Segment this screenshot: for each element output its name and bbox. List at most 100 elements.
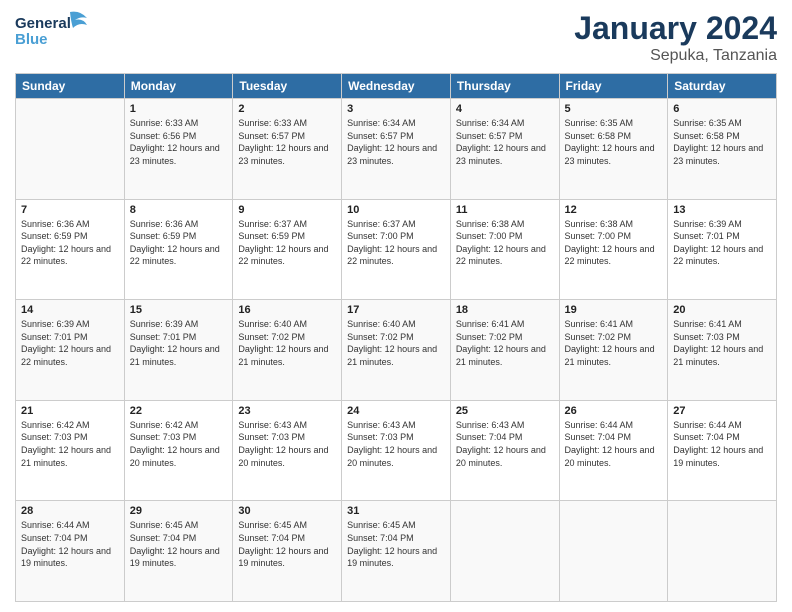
calendar-cell: 13 Sunrise: 6:39 AMSunset: 7:01 PMDayligh…	[668, 199, 777, 300]
cell-info: Sunrise: 6:36 AMSunset: 6:59 PMDaylight:…	[130, 218, 228, 268]
cell-info: Sunrise: 6:44 AMSunset: 7:04 PMDaylight:…	[565, 419, 663, 469]
day-number: 2	[238, 103, 336, 115]
calendar-cell: 28 Sunrise: 6:44 AMSunset: 7:04 PMDayligh…	[16, 501, 125, 602]
cell-info: Sunrise: 6:45 AMSunset: 7:04 PMDaylight:…	[238, 519, 336, 569]
col-sunday: Sunday	[16, 74, 125, 99]
cell-info: Sunrise: 6:40 AMSunset: 7:02 PMDaylight:…	[347, 318, 445, 368]
day-number: 28	[21, 505, 119, 517]
cell-info: Sunrise: 6:41 AMSunset: 7:02 PMDaylight:…	[565, 318, 663, 368]
day-number: 7	[21, 204, 119, 216]
calendar-cell: 29 Sunrise: 6:45 AMSunset: 7:04 PMDayligh…	[124, 501, 233, 602]
day-number: 25	[456, 405, 554, 417]
day-number: 18	[456, 304, 554, 316]
calendar-week-3: 14 Sunrise: 6:39 AMSunset: 7:01 PMDayligh…	[16, 300, 777, 401]
calendar-cell: 4Sunrise: 6:34 AMSunset: 6:57 PMDaylight…	[450, 99, 559, 200]
day-number: 3	[347, 103, 445, 115]
day-number: 19	[565, 304, 663, 316]
calendar-week-1: 1 Sunrise: 6:33 AMSunset: 6:56 PMDaylight…	[16, 99, 777, 200]
calendar-cell: 19 Sunrise: 6:41 AMSunset: 7:02 PMDayligh…	[559, 300, 668, 401]
cell-info: Sunrise: 6:33 AMSunset: 6:57 PMDaylight:…	[238, 117, 336, 167]
day-number: 15	[130, 304, 228, 316]
day-number: 6	[673, 103, 771, 115]
day-number: 26	[565, 405, 663, 417]
cell-info: Sunrise: 6:42 AMSunset: 7:03 PMDaylight:…	[21, 419, 119, 469]
header: GeneralBlue January 2024 Sepuka, Tanzani…	[15, 10, 777, 65]
cell-info: Sunrise: 6:45 AMSunset: 7:04 PMDaylight:…	[347, 519, 445, 569]
cell-info: Sunrise: 6:39 AMSunset: 7:01 PMDaylight:…	[673, 218, 771, 268]
calendar-cell: 22 Sunrise: 6:42 AMSunset: 7:03 PMDayligh…	[124, 400, 233, 501]
calendar-cell: 17Sunrise: 6:40 AMSunset: 7:02 PMDayligh…	[342, 300, 451, 401]
day-number: 8	[130, 204, 228, 216]
calendar-cell: 24 Sunrise: 6:43 AMSunset: 7:03 PMDayligh…	[342, 400, 451, 501]
day-number: 14	[21, 304, 119, 316]
cell-info: Sunrise: 6:43 AMSunset: 7:03 PMDaylight:…	[238, 419, 336, 469]
cell-info: Sunrise: 6:42 AMSunset: 7:03 PMDaylight:…	[130, 419, 228, 469]
calendar-week-5: 28 Sunrise: 6:44 AMSunset: 7:04 PMDayligh…	[16, 501, 777, 602]
cell-info: Sunrise: 6:39 AMSunset: 7:01 PMDaylight:…	[130, 318, 228, 368]
day-number: 12	[565, 204, 663, 216]
calendar-cell: 14 Sunrise: 6:39 AMSunset: 7:01 PMDayligh…	[16, 300, 125, 401]
cell-info: Sunrise: 6:39 AMSunset: 7:01 PMDaylight:…	[21, 318, 119, 368]
cell-info: Sunrise: 6:41 AMSunset: 7:02 PMDaylight:…	[456, 318, 554, 368]
calendar-cell: 21 Sunrise: 6:42 AMSunset: 7:03 PMDayligh…	[16, 400, 125, 501]
cell-info: Sunrise: 6:38 AMSunset: 7:00 PMDaylight:…	[565, 218, 663, 268]
calendar-cell: 26 Sunrise: 6:44 AMSunset: 7:04 PMDayligh…	[559, 400, 668, 501]
day-number: 22	[130, 405, 228, 417]
calendar-cell: 31Sunrise: 6:45 AMSunset: 7:04 PMDayligh…	[342, 501, 451, 602]
day-number: 16	[238, 304, 336, 316]
day-number: 13	[673, 204, 771, 216]
calendar-cell: 2 Sunrise: 6:33 AMSunset: 6:57 PMDaylight…	[233, 99, 342, 200]
cell-info: Sunrise: 6:35 AMSunset: 6:58 PMDaylight:…	[565, 117, 663, 167]
main-title: January 2024	[574, 10, 777, 47]
title-area: January 2024 Sepuka, Tanzania	[574, 10, 777, 65]
day-number: 21	[21, 405, 119, 417]
cell-info: Sunrise: 6:37 AMSunset: 6:59 PMDaylight:…	[238, 218, 336, 268]
calendar-cell: 5 Sunrise: 6:35 AMSunset: 6:58 PMDaylight…	[559, 99, 668, 200]
calendar-cell: 16Sunrise: 6:40 AMSunset: 7:02 PMDayligh…	[233, 300, 342, 401]
cell-info: Sunrise: 6:37 AMSunset: 7:00 PMDaylight:…	[347, 218, 445, 268]
day-number: 27	[673, 405, 771, 417]
calendar-cell	[668, 501, 777, 602]
calendar-cell: 15 Sunrise: 6:39 AMSunset: 7:01 PMDayligh…	[124, 300, 233, 401]
calendar-cell	[450, 501, 559, 602]
subtitle: Sepuka, Tanzania	[574, 47, 777, 65]
calendar-cell: 30 Sunrise: 6:45 AMSunset: 7:04 PMDayligh…	[233, 501, 342, 602]
logo-svg: GeneralBlue	[15, 10, 95, 55]
cell-info: Sunrise: 6:43 AMSunset: 7:04 PMDaylight:…	[456, 419, 554, 469]
calendar-cell	[559, 501, 668, 602]
day-number: 9	[238, 204, 336, 216]
svg-text:General: General	[15, 15, 71, 32]
day-number: 20	[673, 304, 771, 316]
col-friday: Friday	[559, 74, 668, 99]
calendar-cell: 12 Sunrise: 6:38 AMSunset: 7:00 PMDayligh…	[559, 199, 668, 300]
cell-info: Sunrise: 6:41 AMSunset: 7:03 PMDaylight:…	[673, 318, 771, 368]
col-thursday: Thursday	[450, 74, 559, 99]
col-saturday: Saturday	[668, 74, 777, 99]
col-wednesday: Wednesday	[342, 74, 451, 99]
cell-info: Sunrise: 6:34 AMSunset: 6:57 PMDaylight:…	[347, 117, 445, 167]
day-number: 30	[238, 505, 336, 517]
cell-info: Sunrise: 6:44 AMSunset: 7:04 PMDaylight:…	[21, 519, 119, 569]
calendar-cell: 8 Sunrise: 6:36 AMSunset: 6:59 PMDaylight…	[124, 199, 233, 300]
calendar-cell: 7 Sunrise: 6:36 AMSunset: 6:59 PMDaylight…	[16, 199, 125, 300]
logo: GeneralBlue	[15, 10, 95, 55]
calendar-cell	[16, 99, 125, 200]
day-number: 5	[565, 103, 663, 115]
cell-info: Sunrise: 6:45 AMSunset: 7:04 PMDaylight:…	[130, 519, 228, 569]
calendar-cell: 20 Sunrise: 6:41 AMSunset: 7:03 PMDayligh…	[668, 300, 777, 401]
cell-info: Sunrise: 6:36 AMSunset: 6:59 PMDaylight:…	[21, 218, 119, 268]
day-number: 1	[130, 103, 228, 115]
cell-info: Sunrise: 6:33 AMSunset: 6:56 PMDaylight:…	[130, 117, 228, 167]
calendar-table: Sunday Monday Tuesday Wednesday Thursday…	[15, 73, 777, 602]
cell-info: Sunrise: 6:43 AMSunset: 7:03 PMDaylight:…	[347, 419, 445, 469]
day-number: 10	[347, 204, 445, 216]
calendar-cell: 25 Sunrise: 6:43 AMSunset: 7:04 PMDayligh…	[450, 400, 559, 501]
day-number: 29	[130, 505, 228, 517]
cell-info: Sunrise: 6:35 AMSunset: 6:58 PMDaylight:…	[673, 117, 771, 167]
day-number: 23	[238, 405, 336, 417]
cell-info: Sunrise: 6:34 AMSunset: 6:57 PMDaylight:…	[456, 117, 554, 167]
calendar-cell: 6 Sunrise: 6:35 AMSunset: 6:58 PMDaylight…	[668, 99, 777, 200]
col-tuesday: Tuesday	[233, 74, 342, 99]
day-number: 24	[347, 405, 445, 417]
cell-info: Sunrise: 6:38 AMSunset: 7:00 PMDaylight:…	[456, 218, 554, 268]
